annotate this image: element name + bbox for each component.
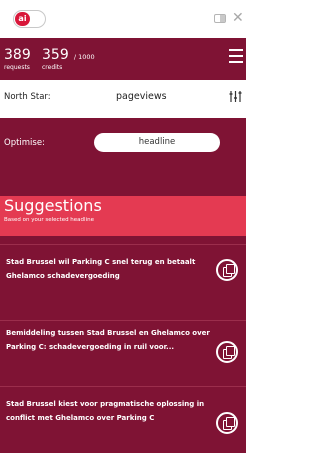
hamburger-menu-icon[interactable] [229, 49, 243, 67]
stats-header: 389 requests 359 / 1000 credits [0, 38, 246, 80]
optimise-label: Optimise: [4, 138, 45, 148]
suggestion-text: Stad Brussel kiest voor pragmatische opl… [6, 400, 205, 422]
requests-value: 389 [4, 47, 31, 63]
requests-stat: 389 requests [4, 44, 31, 72]
suggestion-card: Bemiddeling tussen Stad Brussel en Ghela… [0, 320, 246, 382]
minimize-icon[interactable] [214, 14, 226, 23]
suggestion-text: Stad Brussel wil Parking C snel terug en… [6, 258, 196, 280]
credits-label: credits [42, 64, 63, 71]
requests-label: requests [4, 64, 30, 71]
suggestions-list: Stad Brussel wil Parking C snel terug en… [0, 236, 246, 453]
copy-icon[interactable] [216, 259, 238, 281]
copy-icon[interactable] [216, 412, 238, 434]
optimise-row: Optimise: headline [0, 118, 246, 196]
top-bar: ai ✕ [0, 0, 246, 38]
suggestion-card: Stad Brussel wil Parking C snel terug en… [0, 244, 246, 304]
extension-toggle[interactable]: ai [13, 10, 46, 28]
credits-limit: / 1000 [73, 53, 95, 61]
credits-stat: 359 / 1000 credits [42, 44, 95, 72]
close-icon[interactable]: ✕ [232, 9, 244, 27]
north-star-label: North Star: [4, 92, 51, 102]
suggestion-card: Stad Brussel kiest voor pragmatische opl… [0, 386, 246, 452]
credits-value: 359 [42, 47, 69, 63]
copy-icon[interactable] [216, 341, 238, 363]
north-star-row: North Star: pageviews [0, 80, 246, 118]
suggestions-header: Suggestions Based on your selected headl… [0, 196, 246, 236]
suggestions-subtitle: Based on your selected headline [4, 217, 94, 223]
suggestions-title: Suggestions [4, 196, 102, 215]
ai-logo-icon: ai [15, 12, 30, 26]
suggestion-text: Bemiddeling tussen Stad Brussel en Ghela… [6, 329, 210, 351]
optimise-select[interactable]: headline [94, 133, 220, 152]
sliders-icon[interactable] [229, 90, 242, 103]
north-star-select[interactable]: pageviews [116, 91, 167, 102]
